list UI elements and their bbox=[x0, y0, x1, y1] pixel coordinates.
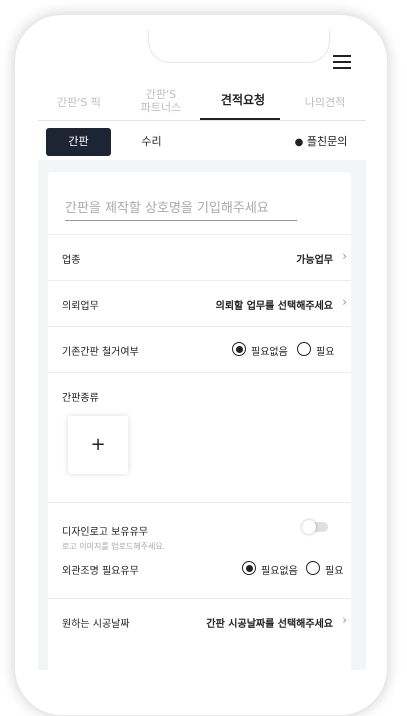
industry-value: 가능업무 bbox=[296, 255, 333, 266]
business-name-input[interactable]: 간판을 제작할 상호명을 기입해주세요 bbox=[65, 197, 297, 221]
removal-none-label: 필요없음 bbox=[251, 347, 288, 358]
request-label: 의뢰업무 bbox=[62, 301, 99, 312]
chevron-right-icon: › bbox=[342, 613, 347, 627]
tab-partners-line1: 간판'S bbox=[145, 88, 177, 101]
add-sign-type-button[interactable]: + bbox=[68, 416, 128, 474]
speech-bubble-icon: ● bbox=[294, 137, 304, 148]
date-value: 간판 시공날짜를 선택해주세요 bbox=[206, 619, 333, 630]
removal-none-radio[interactable] bbox=[232, 342, 246, 356]
tab-my-estimate[interactable]: 나의견적 bbox=[284, 96, 366, 109]
date-row[interactable]: 원하는 시공날짜 간판 시공날짜를 선택해주세요 › bbox=[48, 598, 351, 645]
tab-estimate-request[interactable]: 견적요청 bbox=[202, 94, 284, 107]
removal-label: 기존간판 철거여부 bbox=[62, 347, 139, 358]
repair-button[interactable]: 수리 bbox=[120, 128, 183, 156]
chat-inquiry-button[interactable]: ● 플친문의 bbox=[290, 128, 352, 156]
active-tab-indicator bbox=[200, 118, 280, 120]
tab-pick[interactable]: 간판'S 픽 bbox=[38, 96, 120, 109]
removal-need-radio[interactable] bbox=[297, 342, 311, 356]
logo-label: 디자인로고 보유유무 bbox=[62, 527, 148, 538]
chat-inquiry-label: 플친문의 bbox=[306, 135, 348, 148]
toggle-knob bbox=[302, 520, 316, 534]
lighting-none-label: 필요없음 bbox=[261, 566, 298, 577]
date-label: 원하는 시공날짜 bbox=[62, 619, 130, 630]
logo-toggle[interactable] bbox=[302, 520, 328, 534]
request-value: 의뢰할 업무를 선택해주세요 bbox=[215, 301, 333, 312]
phone-notch bbox=[148, 30, 330, 63]
tab-bar: 간판'S 픽 간판'S 파트너스 견적요청 나의견적 bbox=[38, 88, 366, 121]
industry-row[interactable]: 업종 가능업무 › bbox=[48, 234, 351, 281]
lighting-label: 외관조명 필요유무 bbox=[62, 566, 139, 577]
logo-hint: 로고 이미지를 업로드해주세요. bbox=[62, 542, 166, 551]
lighting-row: 외관조명 필요유무 필요없음 필요 bbox=[48, 552, 351, 598]
tab-partners[interactable]: 간판'S 파트너스 bbox=[120, 88, 202, 114]
lighting-none-radio[interactable] bbox=[242, 561, 256, 575]
estimate-form: 간판을 제작할 상호명을 기입해주세요 업종 가능업무 › 의뢰업무 의뢰할 업… bbox=[48, 172, 351, 670]
request-row[interactable]: 의뢰업무 의뢰할 업무를 선택해주세요 › bbox=[48, 280, 351, 327]
chevron-right-icon: › bbox=[342, 249, 347, 263]
plus-icon: + bbox=[90, 434, 106, 455]
industry-label: 업종 bbox=[62, 255, 81, 266]
category-bar: 간판 수리 ● 플친문의 bbox=[46, 128, 366, 158]
removal-row: 기존간판 철거여부 필요없음 필요 bbox=[48, 326, 351, 373]
removal-need-label: 필요 bbox=[316, 347, 335, 358]
hamburger-icon[interactable] bbox=[333, 55, 351, 69]
sign-type-label: 간판종류 bbox=[62, 393, 99, 404]
app-screen: 간판'S 픽 간판'S 파트너스 견적요청 나의견적 간판 수리 ● 플친문의 … bbox=[38, 30, 366, 670]
lighting-need-label: 필요 bbox=[325, 566, 344, 577]
sign-button[interactable]: 간판 bbox=[46, 128, 111, 156]
lighting-need-radio[interactable] bbox=[306, 561, 320, 575]
chevron-right-icon: › bbox=[342, 295, 347, 309]
tab-partners-line2: 파트너스 bbox=[140, 101, 182, 114]
